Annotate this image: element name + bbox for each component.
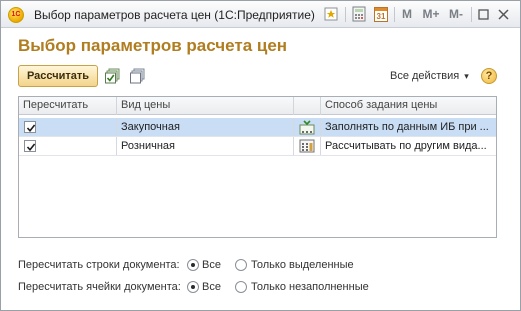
check-all-icon[interactable]	[105, 68, 121, 84]
recalc-rows-selected-label[interactable]: Только выделенные	[251, 259, 354, 271]
recalc-cells-all-label[interactable]: Все	[202, 281, 221, 293]
calculator-icon[interactable]	[351, 5, 367, 24]
row-divider	[19, 155, 496, 156]
page-title: Выбор параметров расчета цен	[18, 36, 288, 55]
chevron-down-icon: ▾	[464, 71, 469, 81]
price-type-cell: Закупочная	[117, 118, 294, 136]
fill-from-db-icon	[299, 120, 315, 135]
calculate-button[interactable]: Рассчитать	[18, 65, 98, 87]
recalc-cells-all-radio[interactable]	[187, 281, 199, 293]
memory-m-plus-button[interactable]: M+	[421, 5, 441, 24]
recalc-cells-label: Пересчитать ячейки документа:	[18, 281, 181, 293]
maximize-icon[interactable]	[477, 5, 489, 24]
favorite-icon[interactable]	[323, 5, 339, 24]
column-header-icon[interactable]	[294, 97, 321, 115]
recalc-checkbox[interactable]	[24, 121, 36, 133]
window-title-text: Выбор параметров расчета цен	[34, 8, 211, 22]
price-types-table[interactable]: Пересчитать Вид цены Способ задания цены…	[18, 96, 497, 238]
close-icon[interactable]	[497, 5, 509, 24]
method-cell: Заполнять по данным ИБ при ...	[325, 121, 489, 133]
memory-m-minus-button[interactable]: M-	[446, 5, 466, 24]
price-type-cell: Розничная	[117, 137, 294, 155]
toolbar-separator	[345, 7, 346, 22]
app-window: 1С Выбор параметров расчета цен (1С:Пред…	[0, 0, 521, 311]
window-app-name: (1С:Предприятие)	[214, 8, 315, 22]
table-row[interactable]: Закупочная Заполнять по данным ИБ при ..…	[19, 118, 496, 136]
method-cell: Рассчитывать по другим вида...	[325, 140, 487, 152]
app-logo-icon[interactable]: 1С	[8, 7, 24, 23]
column-header-recalc[interactable]: Пересчитать	[19, 97, 117, 115]
toolbar-separator	[471, 7, 472, 22]
recalc-cells-empty-radio[interactable]	[235, 281, 247, 293]
table-header: Пересчитать Вид цены Способ задания цены	[19, 97, 496, 115]
all-actions-menu[interactable]: Все действия ▾	[390, 70, 469, 82]
method-icon-cell	[294, 118, 321, 136]
recalc-rows-all-radio[interactable]	[187, 259, 199, 271]
help-icon[interactable]: ?	[481, 68, 497, 84]
calculate-from-other-icon	[299, 139, 315, 153]
recalc-checkbox[interactable]	[24, 140, 36, 152]
title-bar: 1С Выбор параметров расчета цен (1С:Пред…	[1, 1, 520, 28]
recalc-cell	[19, 137, 117, 155]
column-header-price-type[interactable]: Вид цены	[117, 97, 294, 115]
uncheck-all-icon[interactable]	[130, 68, 146, 84]
toolbar-separator	[394, 7, 395, 22]
recalc-rows-selected-radio[interactable]	[235, 259, 247, 271]
window-title: Выбор параметров расчета цен (1С:Предпри…	[34, 8, 315, 22]
column-header-method[interactable]: Способ задания цены	[321, 97, 496, 115]
calendar-day: 31	[376, 12, 386, 21]
table-row[interactable]: Розничная Рассчитывать по другим вида...	[19, 137, 496, 155]
memory-m-button[interactable]: M	[401, 5, 413, 24]
recalc-rows-label: Пересчитать строки документа:	[18, 259, 180, 271]
recalc-cell	[19, 118, 117, 136]
calendar-icon[interactable]: 31	[373, 5, 389, 24]
method-icon-cell	[294, 137, 321, 155]
all-actions-label: Все действия	[390, 70, 460, 82]
recalc-rows-all-label[interactable]: Все	[202, 259, 221, 271]
recalc-cells-empty-label[interactable]: Только незаполненные	[251, 281, 369, 293]
